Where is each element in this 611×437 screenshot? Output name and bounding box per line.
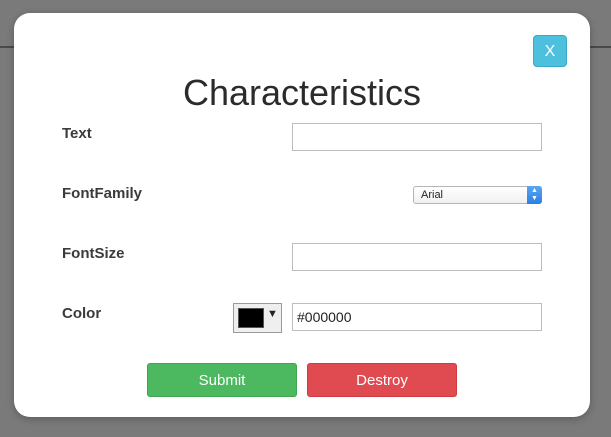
close-button[interactable]: X [533,35,567,67]
destroy-button[interactable]: Destroy [307,363,457,397]
font-size-input[interactable] [292,243,542,271]
color-picker-button[interactable]: ▼ [233,303,282,333]
font-family-label: FontFamily [62,185,143,202]
characteristics-dialog: X Characteristics Text FontFamily Arial … [14,13,590,417]
color-label: Color [62,305,102,322]
font-family-select[interactable]: Arial ▲ ▼ [413,186,542,204]
font-family-selected-value: Arial [421,189,444,201]
text-label: Text [62,125,92,142]
color-hex-input[interactable] [292,303,542,331]
select-arrows-icon: ▲ ▼ [527,186,542,204]
dropdown-caret-icon: ▼ [267,308,278,320]
dialog-title: Characteristics [182,72,422,113]
submit-button[interactable]: Submit [147,363,297,397]
color-swatch [238,308,264,328]
font-size-label: FontSize [62,245,125,262]
text-input[interactable] [292,123,542,151]
